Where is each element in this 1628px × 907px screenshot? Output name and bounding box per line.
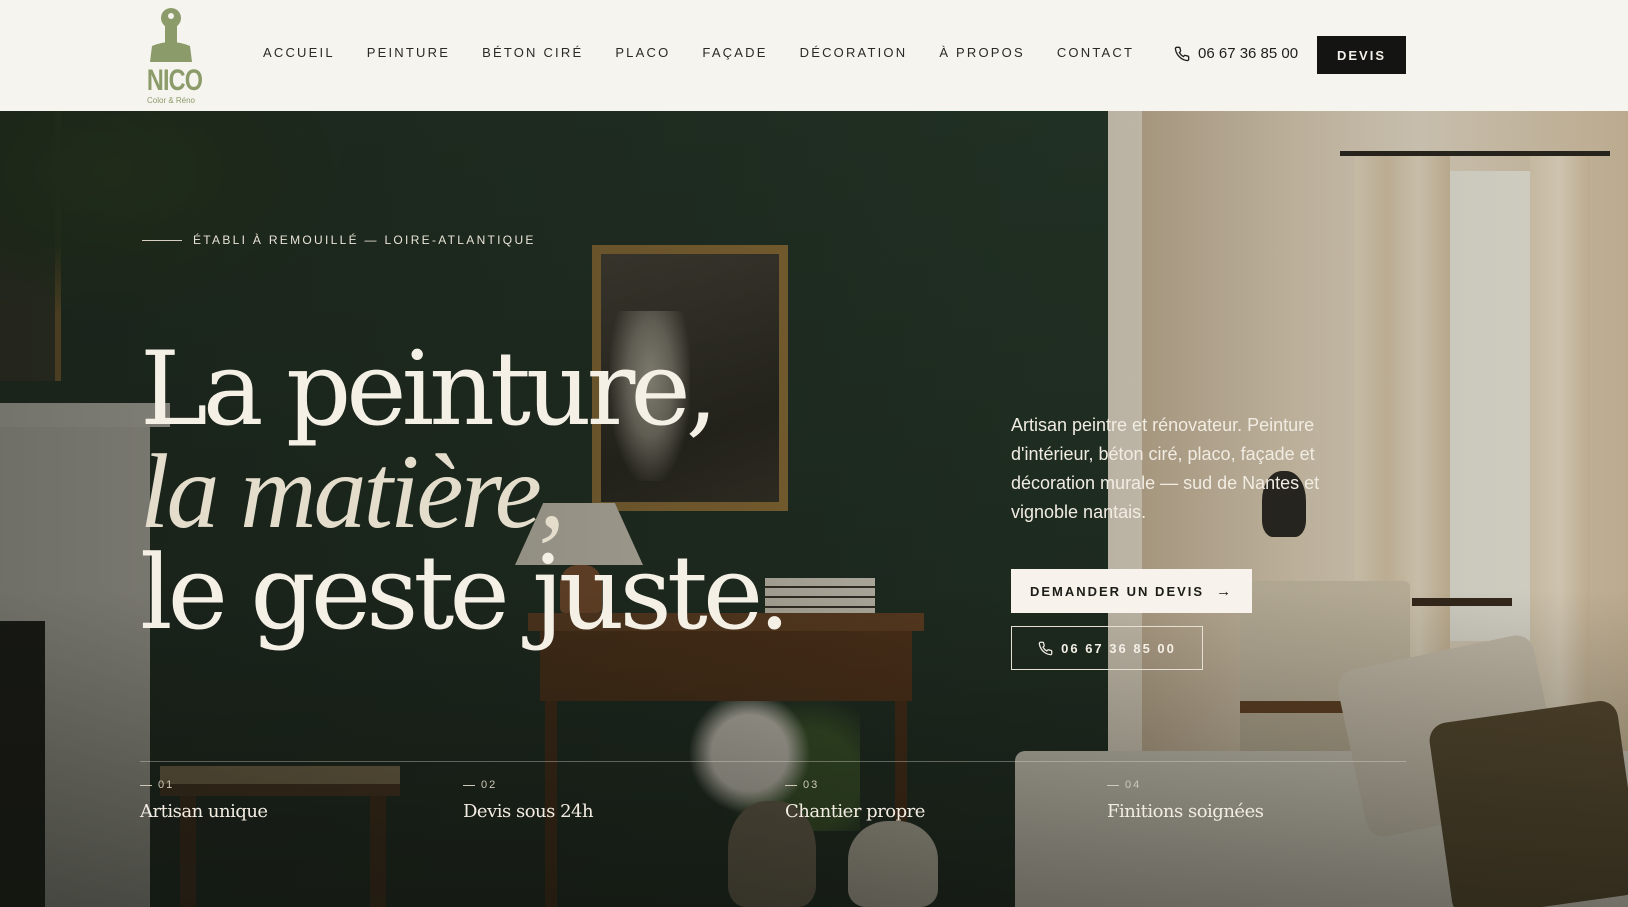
brand-name: NICO <box>146 64 203 97</box>
nav-item-placo[interactable]: PLACO <box>615 45 670 60</box>
call-button-label: 06 67 36 85 00 <box>1061 640 1176 656</box>
headline-line-1: La peinture, <box>140 330 718 449</box>
feature-number: 02 <box>463 779 593 791</box>
feature-title: Artisan unique <box>140 801 268 822</box>
hero-headline: La peinture, la matière, le geste juste. <box>140 330 791 653</box>
header-phone-link[interactable]: 06 67 36 85 00 <box>1174 45 1298 62</box>
headline-line-2: la matière, <box>140 433 565 550</box>
hero-intro: Artisan peintre et rénovateur. Peinture … <box>1011 415 1320 522</box>
nav-item-a-propos[interactable]: À PROPOS <box>939 45 1025 60</box>
request-quote-label: DEMANDER UN DEVIS <box>1029 583 1205 599</box>
hero-eyebrow-text: ÉTABLI À REMOUILLÉ — LOIRE-ATLANTIQUE <box>193 233 536 247</box>
request-quote-button[interactable]: DEMANDER UN DEVIS → <box>1011 569 1252 613</box>
features-divider <box>140 761 1406 762</box>
headline-line-3: le geste juste. <box>140 534 791 653</box>
hero-section: ÉTABLI À REMOUILLÉ — LOIRE-ATLANTIQUE La… <box>0 111 1628 907</box>
main-nav: ACCUEIL PEINTURE BÉTON CIRÉ PLACO FAÇADE… <box>263 45 1166 60</box>
call-button[interactable]: 06 67 36 85 00 <box>1011 626 1203 670</box>
header-phone-number: 06 67 36 85 00 <box>1198 45 1299 62</box>
feature-item: 03 Chantier propre <box>785 779 925 822</box>
feature-item: 01 Artisan unique <box>140 779 268 822</box>
phone-icon <box>1174 46 1190 61</box>
paintbrush-logo-icon <box>150 8 192 62</box>
feature-number: 01 <box>140 779 268 791</box>
feature-title: Finitions soignées <box>1107 801 1264 822</box>
nav-item-accueil[interactable]: ACCUEIL <box>263 45 335 60</box>
nav-item-peinture[interactable]: PEINTURE <box>367 45 450 60</box>
brand-tagline: Color & Réno <box>146 96 196 105</box>
feature-item: 04 Finitions soignées <box>1107 779 1264 822</box>
arrow-right-icon: → <box>1216 582 1234 600</box>
eyebrow-line <box>142 239 182 241</box>
hero-eyebrow: ÉTABLI À REMOUILLÉ — LOIRE-ATLANTIQUE <box>142 233 536 247</box>
feature-title: Devis sous 24h <box>463 801 594 822</box>
nav-item-contact[interactable]: CONTACT <box>1057 45 1134 60</box>
nav-item-beton-cire[interactable]: BÉTON CIRÉ <box>482 45 583 60</box>
nav-item-decoration[interactable]: DÉCORATION <box>800 45 908 60</box>
devis-button[interactable]: DEVIS <box>1317 36 1406 74</box>
feature-number: 04 <box>1107 779 1263 791</box>
feature-item: 02 Devis sous 24h <box>463 779 594 822</box>
site-header: NICO Color & Réno ACCUEIL PEINTURE BÉTON… <box>0 0 1628 111</box>
phone-icon <box>1038 641 1053 655</box>
feature-title: Chantier propre <box>785 801 925 822</box>
feature-number: 03 <box>785 779 925 791</box>
brand-logo[interactable]: NICO Color & Réno <box>140 6 203 106</box>
nav-item-facade[interactable]: FAÇADE <box>702 45 767 60</box>
